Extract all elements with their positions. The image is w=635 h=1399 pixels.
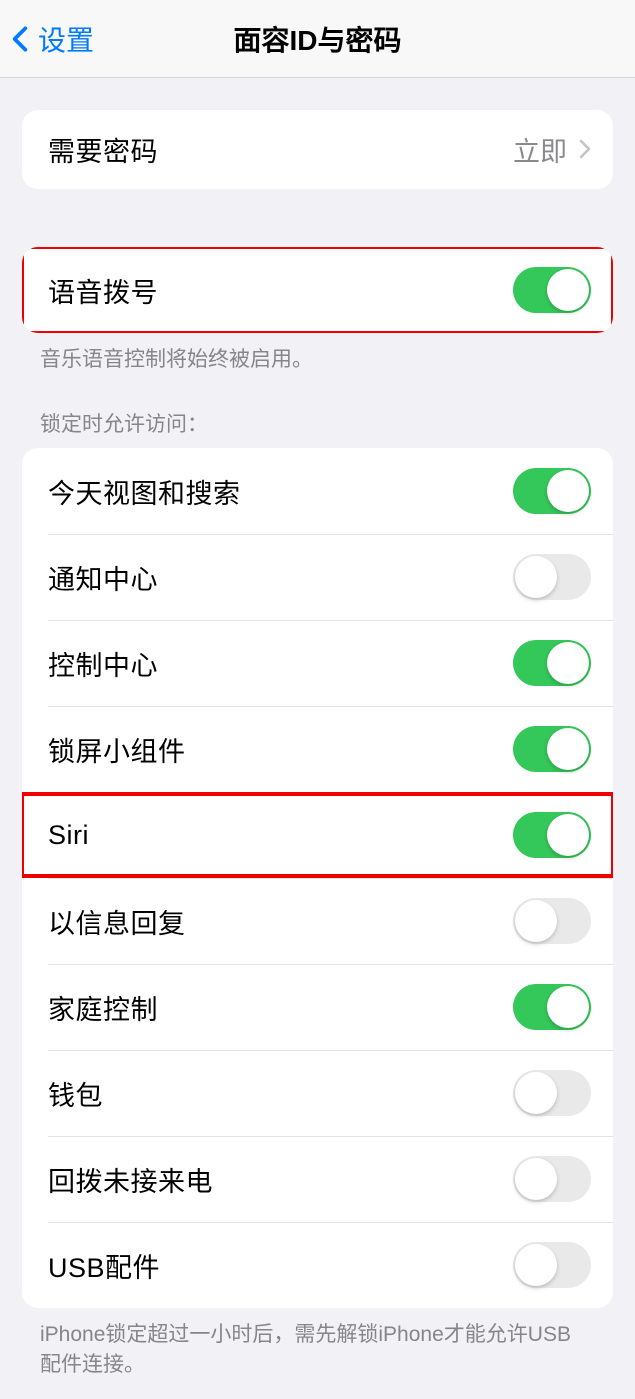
voice-dial-toggle[interactable] xyxy=(513,267,591,313)
locked-item-toggle[interactable] xyxy=(513,812,591,858)
locked-item-label: 今天视图和搜索 xyxy=(48,472,241,511)
locked-item-toggle[interactable] xyxy=(513,1242,591,1288)
voice-dial-row: 语音拨号 xyxy=(22,247,613,333)
voice-dial-label: 语音拨号 xyxy=(48,271,158,310)
locked-item-row: Siri xyxy=(22,792,613,878)
locked-item-row: 锁屏小组件 xyxy=(22,706,613,792)
require-passcode-value: 立即 xyxy=(513,130,567,169)
require-passcode-label: 需要密码 xyxy=(48,130,158,169)
require-passcode-row[interactable]: 需要密码 立即 xyxy=(22,110,613,189)
content: 需要密码 立即 语音拨号 音乐语音控制将始终被启用。 锁定时允许访问： 今天视图… xyxy=(0,110,635,1399)
locked-item-label: 钱包 xyxy=(48,1074,103,1113)
locked-item-label: 锁屏小组件 xyxy=(48,730,186,769)
locked-item-toggle[interactable] xyxy=(513,726,591,772)
locked-access-header: 锁定时允许访问： xyxy=(0,408,635,448)
locked-item-row: 回拨未接来电 xyxy=(22,1136,613,1222)
locked-item-toggle[interactable] xyxy=(513,898,591,944)
locked-item-row: 今天视图和搜索 xyxy=(22,448,613,534)
locked-item-toggle[interactable] xyxy=(513,1156,591,1202)
locked-item-row: 以信息回复 xyxy=(22,878,613,964)
passcode-group: 需要密码 立即 xyxy=(22,110,613,189)
locked-item-label: Siri xyxy=(48,820,89,851)
chevron-right-icon xyxy=(579,139,591,161)
voice-dial-group: 语音拨号 xyxy=(22,247,613,333)
locked-item-label: 家庭控制 xyxy=(48,988,158,1027)
locked-access-footer: iPhone锁定超过一小时后，需先解锁iPhone才能允许USB 配件连接。 xyxy=(0,1308,635,1379)
voice-dial-footer: 音乐语音控制将始终被启用。 xyxy=(0,333,635,374)
locked-item-toggle[interactable] xyxy=(513,640,591,686)
locked-item-toggle[interactable] xyxy=(513,1070,591,1116)
locked-item-label: USB配件 xyxy=(48,1246,160,1285)
locked-item-row: 家庭控制 xyxy=(22,964,613,1050)
locked-item-toggle[interactable] xyxy=(513,984,591,1030)
back-button[interactable]: 设置 xyxy=(12,19,94,59)
page-title: 面容ID与密码 xyxy=(233,19,401,59)
nav-bar: 设置 面容ID与密码 xyxy=(0,0,635,78)
back-label: 设置 xyxy=(38,19,94,59)
locked-item-label: 以信息回复 xyxy=(48,902,186,941)
locked-item-row: USB配件 xyxy=(22,1222,613,1308)
locked-item-row: 通知中心 xyxy=(22,534,613,620)
locked-item-toggle[interactable] xyxy=(513,554,591,600)
locked-item-label: 控制中心 xyxy=(48,644,158,683)
locked-item-toggle[interactable] xyxy=(513,468,591,514)
chevron-left-icon xyxy=(12,24,30,54)
locked-item-row: 控制中心 xyxy=(22,620,613,706)
locked-item-label: 通知中心 xyxy=(48,558,158,597)
locked-item-label: 回拨未接来电 xyxy=(48,1160,213,1199)
locked-access-group: 今天视图和搜索通知中心控制中心锁屏小组件 Siri 以信息回复家庭控制钱包回拨未接来… xyxy=(22,448,613,1308)
locked-item-row: 钱包 xyxy=(22,1050,613,1136)
